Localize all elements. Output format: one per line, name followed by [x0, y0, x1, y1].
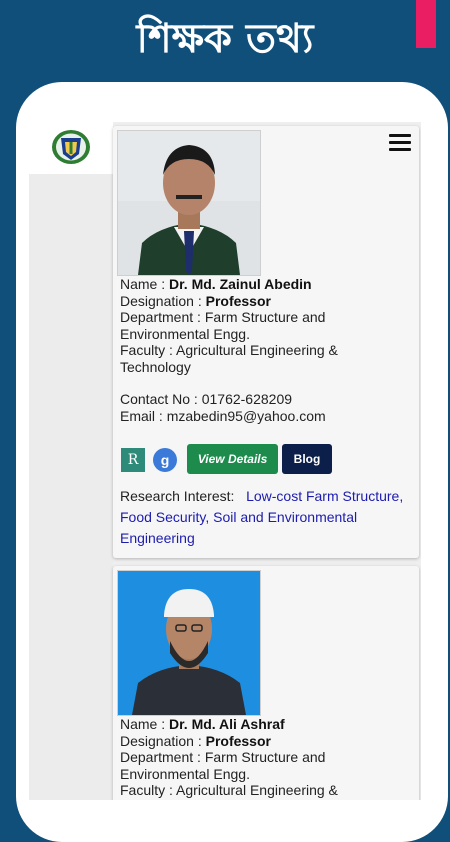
view-details-button[interactable]: View Details	[187, 444, 278, 474]
profile-links: R g View Details Blog	[121, 442, 411, 476]
teacher-contact: 01762-628209	[201, 391, 293, 407]
contact-label: Contact No :	[120, 391, 198, 407]
designation-label: Designation :	[120, 292, 202, 309]
teacher-name: Dr. Md. Zainul Abedin	[169, 276, 312, 292]
google-scholar-icon[interactable]: g	[153, 448, 177, 472]
teacher-details: Name : Dr. Md. Zainul Abedin Designation…	[120, 276, 410, 424]
name-label: Name :	[120, 276, 166, 292]
app-screen: Name : Dr. Md. Zainul Abedin Designation…	[29, 122, 421, 800]
accent-bar	[416, 0, 436, 48]
teacher-name: Dr. Md. Ali Ashraf	[169, 716, 285, 732]
blog-button[interactable]: Blog	[282, 444, 332, 474]
teacher-designation: Professor	[205, 732, 271, 749]
designation-label: Designation :	[120, 732, 202, 749]
research-label: Research Interest:	[120, 488, 235, 504]
email-label: Email :	[120, 407, 163, 424]
teacher-photo	[117, 570, 261, 716]
researchgate-icon[interactable]: R	[121, 448, 145, 472]
department-label: Department :	[120, 309, 201, 325]
teacher-designation: Professor	[205, 292, 271, 309]
teacher-photo	[117, 130, 261, 276]
page-title: শিক্ষক তথ্য	[136, 16, 314, 62]
teacher-card: Name : Dr. Md. Zainul Abedin Designation…	[113, 126, 419, 558]
teacher-card: Name : Dr. Md. Ali Ashraf Designation : …	[113, 566, 419, 800]
sidebar	[29, 174, 113, 800]
teacher-details: Name : Dr. Md. Ali Ashraf Designation : …	[120, 716, 410, 799]
hamburger-menu-icon[interactable]	[389, 134, 411, 152]
faculty-label: Faculty :	[120, 782, 173, 798]
university-logo-icon[interactable]	[51, 128, 91, 166]
department-label: Department :	[120, 749, 201, 765]
teacher-email: mzabedin95@yahoo.com	[166, 407, 326, 424]
sidebar-header	[29, 122, 113, 174]
research-interest: Research Interest: Low-cost Farm Structu…	[120, 486, 412, 549]
faculty-label: Faculty :	[120, 342, 173, 358]
name-label: Name :	[120, 716, 166, 732]
teacher-faculty: Agricultural Engineering &	[176, 782, 338, 798]
